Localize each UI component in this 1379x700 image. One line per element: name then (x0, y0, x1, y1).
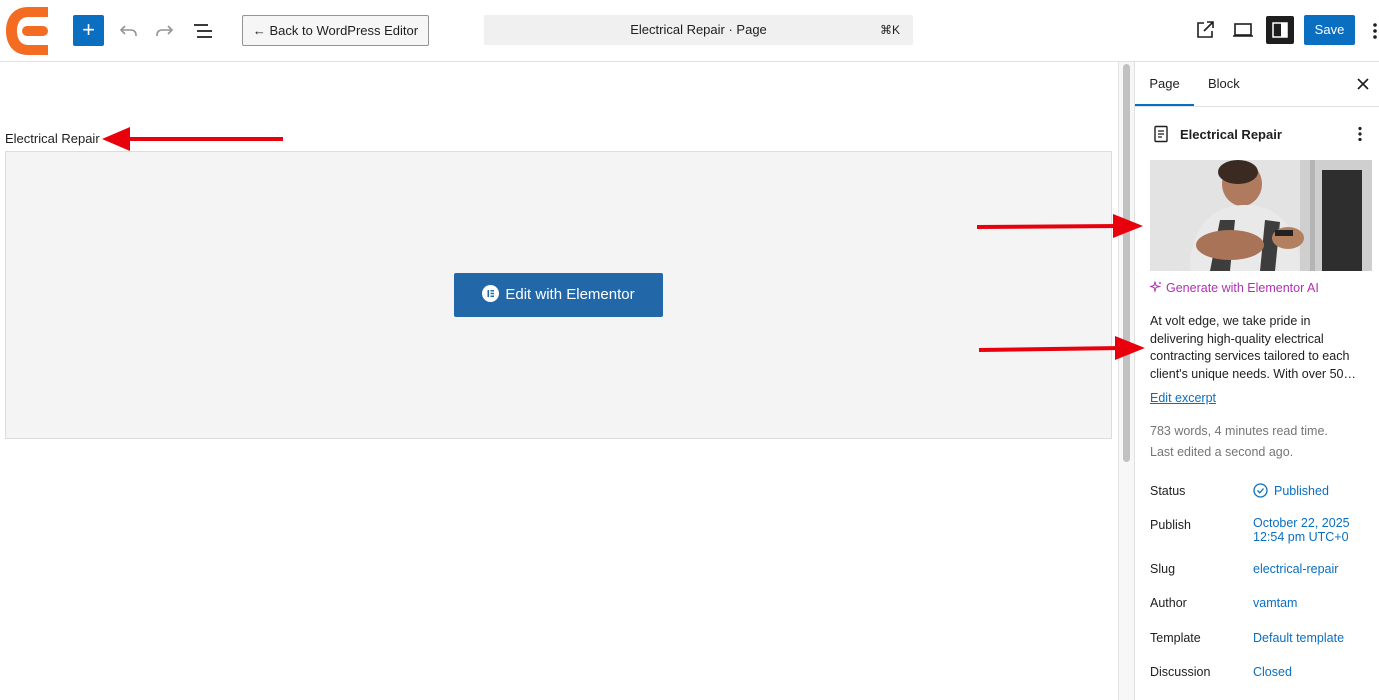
options-more-icon[interactable] (1371, 19, 1379, 43)
command-palette-bar[interactable]: Electrical Repair · Page ⌘K (484, 15, 913, 45)
excerpt-line: At volt edge, we take pride in (1150, 314, 1311, 328)
publish-date-button[interactable]: October 22, 2025 12:54 pm UTC+0 (1253, 516, 1350, 544)
page-title[interactable]: Electrical Repair (5, 131, 100, 146)
generate-ai-label: Generate with Elementor AI (1166, 281, 1319, 295)
close-icon[interactable] (1355, 76, 1371, 92)
word-count: 783 words, 4 minutes read time. (1150, 424, 1328, 438)
sidebar-tabs: Page Block (1135, 62, 1379, 107)
excerpt-line: contracting services tailored to each (1150, 349, 1350, 363)
top-toolbar: + ← Back to WordPress Editor Electrical … (0, 0, 1379, 62)
tab-block[interactable]: Block (1208, 62, 1240, 106)
view-page-external-icon[interactable] (1193, 18, 1217, 42)
document-title-heading: Electrical Repair (1180, 127, 1282, 142)
status-label: Status (1150, 484, 1186, 498)
add-block-button[interactable]: + (73, 15, 104, 46)
command-shortcut: ⌘K (879, 23, 900, 37)
undo-icon[interactable] (116, 19, 140, 43)
electrician-photo-icon (1150, 160, 1372, 271)
status-value-button[interactable]: Published (1253, 483, 1329, 498)
slug-value-button[interactable]: electrical-repair (1253, 562, 1338, 576)
sidebar-icon (1272, 22, 1288, 38)
desktop-preview-icon[interactable] (1231, 18, 1255, 42)
canvas-scrollbar[interactable] (1118, 62, 1134, 700)
publish-time: 12:54 pm UTC+0 (1253, 530, 1349, 544)
excerpt-line: delivering high-quality electrical (1150, 331, 1324, 346)
document-actions-more-icon[interactable] (1355, 125, 1365, 143)
status-value: Published (1274, 484, 1329, 498)
excerpt-line: client's unique needs. With over 50… (1150, 366, 1356, 381)
elementor-icon (482, 285, 500, 302)
discussion-label: Discussion (1150, 665, 1211, 679)
published-check-icon (1253, 483, 1268, 498)
last-edited: Last edited a second ago. (1150, 445, 1294, 459)
author-value-button[interactable]: vamtam (1253, 596, 1297, 610)
featured-image[interactable] (1150, 160, 1372, 271)
edit-excerpt-link[interactable]: Edit excerpt (1150, 391, 1216, 405)
publish-date: October 22, 2025 (1253, 516, 1350, 530)
elementor-placeholder: Edit with Elementor (5, 151, 1112, 439)
scrollbar-thumb[interactable] (1123, 64, 1130, 462)
template-label: Template (1150, 631, 1201, 645)
sparkle-icon (1148, 280, 1162, 293)
back-to-wordpress-editor-button[interactable]: ← Back to WordPress Editor (242, 15, 429, 46)
settings-sidebar: Page Block Electrical Repair Generate wi… (1134, 62, 1379, 700)
slug-label: Slug (1150, 562, 1176, 576)
annotation-arrow-icon (102, 127, 283, 151)
excerpt-text: At volt edge, we take pride in deliverin… (1150, 313, 1370, 383)
generate-with-elementor-ai-link[interactable]: Generate with Elementor AI (1148, 280, 1319, 295)
template-value-button[interactable]: Default template (1253, 631, 1344, 645)
redo-icon[interactable] (153, 19, 177, 43)
author-label: Author (1150, 596, 1187, 610)
editor-canvas: Electrical Repair Edit with Elementor (0, 62, 1118, 700)
document-overview-icon[interactable] (191, 19, 215, 43)
annotation-arrow-icon (978, 336, 1145, 360)
settings-sidebar-toggle-button[interactable] (1266, 16, 1294, 44)
tab-page[interactable]: Page (1135, 62, 1194, 106)
document-title: Electrical Repair · Page (630, 22, 767, 37)
edit-with-elementor-button[interactable]: Edit with Elementor (454, 273, 663, 317)
edit-with-elementor-label: Edit with Elementor (505, 286, 635, 303)
discussion-value-button[interactable]: Closed (1253, 665, 1292, 679)
save-button[interactable]: Save (1304, 15, 1355, 45)
publish-label: Publish (1150, 518, 1191, 532)
annotation-arrow-icon (976, 214, 1143, 238)
page-document-icon (1154, 125, 1168, 143)
elementor-logo-icon[interactable] (4, 5, 52, 57)
